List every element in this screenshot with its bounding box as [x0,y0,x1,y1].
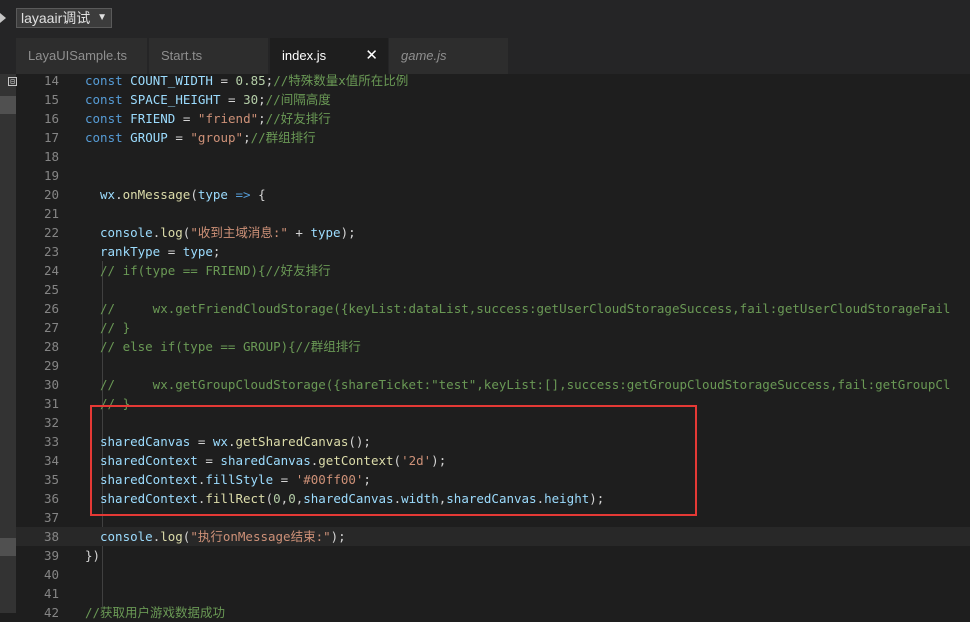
code-line: 20 wx.onMessage(type => { [16,185,970,204]
code-line: 28// else if(type == GROUP){//群组排行 [16,337,970,356]
line-number: 27 [43,320,59,335]
line-number: 17 [43,130,59,145]
line-number: 32 [43,415,59,430]
line-number: 36 [43,491,59,506]
code-line: 30// wx.getGroupCloudStorage({shareTicke… [16,375,970,394]
tab-layauisample[interactable]: LayaUISample.ts [16,38,148,74]
debug-toolbar: layaair调试 ▼ [0,0,970,38]
tab-game[interactable]: game.js [389,38,509,74]
line-number: 21 [43,206,59,221]
line-number: 18 [43,149,59,164]
chevron-down-icon: ▼ [97,12,107,23]
line-number: 22 [43,225,59,240]
code-line: 19 [16,166,970,185]
code-editor[interactable]: 14 const COUNT_WIDTH = 0.85;//特殊数量x值所在比例 … [16,71,970,620]
close-icon[interactable]: ✕ [365,38,378,74]
code-line-current: 38 console.log("执行onMessage结束:"); [16,527,970,546]
code-line: 27// } [16,318,970,337]
code-line: 18 [16,147,970,166]
line-number: 31 [43,396,59,411]
line-number: 26 [43,301,59,316]
debug-config-select[interactable]: layaair调试 ▼ [16,8,112,28]
play-icon[interactable] [0,13,6,23]
line-number: 39 [43,548,59,563]
line-number: 38 [43,529,59,544]
code-line: 22 console.log("收到主域消息:" + type); [16,223,970,242]
code-line: 14 const COUNT_WIDTH = 0.85;//特殊数量x值所在比例 [16,71,970,90]
tab-index[interactable]: index.js ✕ [270,38,389,74]
tab-label: game.js [401,48,447,63]
code-line: 39}) [16,546,970,565]
line-number: 37 [43,510,59,525]
line-number: 24 [43,263,59,278]
line-number: 30 [43,377,59,392]
editor-tab-bar: LayaUISample.ts Start.ts index.js ✕ game… [0,38,970,74]
code-line: 24// if(type == FRIEND){//好友排行 [16,261,970,280]
code-line: 17 const GROUP = "group";//群组排行 [16,128,970,147]
code-line: 26// wx.getFriendCloudStorage({keyList:d… [16,299,970,318]
tab-label: LayaUISample.ts [28,48,127,63]
code-line: 23 rankType = type; [16,242,970,261]
line-number: 16 [43,111,59,126]
code-line: 40 [16,565,970,584]
activity-highlight [0,538,16,556]
debug-config-label: layaair调试 [21,10,91,26]
line-number: 40 [43,567,59,582]
activity-highlight [0,96,16,114]
annotation-highlight-box [90,405,697,516]
code-line: 15 const SPACE_HEIGHT = 30;//间隔高度 [16,90,970,109]
code-line: 41 [16,584,970,603]
line-number: 35 [43,472,59,487]
line-number: 28 [43,339,59,354]
code-line: 16 const FRIEND = "friend";//好友排行 [16,109,970,128]
code-line: 25 [16,280,970,299]
line-number: 34 [43,453,59,468]
activity-bar [0,74,16,613]
line-number: 29 [43,358,59,373]
line-number: 14 [43,73,59,88]
code-line: 29 [16,356,970,375]
line-number: 15 [43,92,59,107]
tab-label: Start.ts [161,48,203,63]
line-number: 23 [43,244,59,259]
line-number: 20 [43,187,59,202]
tab-label: index.js [282,48,327,63]
line-number: 19 [43,168,59,183]
line-number: 41 [43,586,59,601]
code-line: 21 [16,204,970,223]
line-number: 25 [43,282,59,297]
line-number: 33 [43,434,59,449]
tab-start[interactable]: Start.ts [149,38,269,74]
